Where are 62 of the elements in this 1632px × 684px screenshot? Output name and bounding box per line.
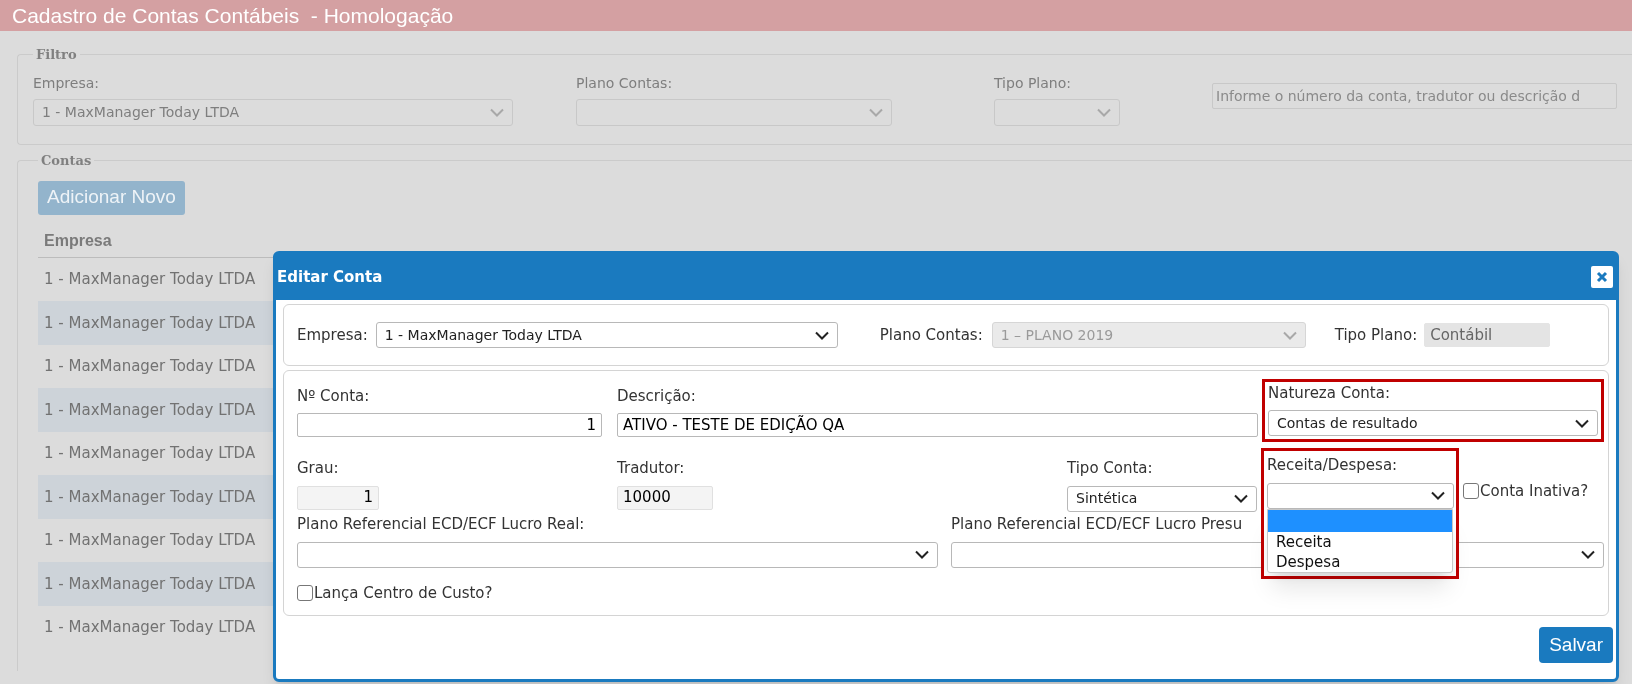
close-button[interactable]	[1591, 266, 1613, 288]
dropdown-option[interactable]	[1268, 509, 1452, 532]
select-field[interactable]	[576, 98, 892, 126]
chevron-icon	[1575, 418, 1589, 428]
select-field[interactable]	[1267, 482, 1454, 509]
input-field[interactable]: 1	[297, 485, 379, 510]
field-label: Natureza Conta:	[1268, 382, 1391, 404]
field-label: Empresa:	[297, 324, 368, 346]
select-field[interactable]: Sintética	[1067, 485, 1257, 512]
field-label: Tradutor:	[617, 458, 685, 479]
page-title: Cadastro de Contas Contábeis - Homologação	[0, 0, 1632, 31]
fieldset-legend: Filtro	[33, 45, 80, 65]
field-label: Nº Conta:	[297, 385, 370, 407]
save-button[interactable]: Salvar	[1539, 627, 1613, 663]
select-field[interactable]	[297, 541, 938, 568]
chevron-icon	[869, 107, 883, 117]
table-cell-text: 1 - MaxManager Today LTDA	[44, 573, 256, 595]
table-cell-text: 1 - MaxManager Today LTDA	[44, 486, 256, 508]
select-field[interactable]	[994, 98, 1120, 126]
chevron-icon	[1097, 107, 1111, 117]
chevron-icon	[490, 107, 504, 117]
checkbox[interactable]	[1463, 483, 1479, 500]
chevron-icon	[915, 550, 929, 559]
fieldset-legend: Contas	[38, 152, 95, 171]
field-label: Tipo Conta:	[1067, 458, 1153, 479]
chevron-icon	[1282, 330, 1297, 340]
chevron-icon	[1581, 550, 1595, 559]
chevron-icon	[1431, 491, 1445, 500]
dialog-title: Editar Conta	[277, 266, 383, 288]
field-label: Tipo Plano:	[1334, 324, 1418, 346]
table-cell-text: 1 - MaxManager Today LTDA	[44, 617, 256, 638]
field-label: Grau:	[297, 458, 339, 479]
select-field[interactable]: Contas de resultado	[1268, 410, 1598, 436]
field-label: Lança Centro de Custo?	[314, 582, 493, 604]
table-cell-text: 1 - MaxManager Today LTDA	[44, 356, 256, 377]
field-label: Plano Referencial ECD/ECF Lucro Real:	[297, 514, 585, 535]
field-label: Descrição:	[617, 385, 696, 407]
chevron-icon	[1234, 494, 1248, 503]
select-field[interactable]: 1 - MaxManager Today LTDA	[375, 322, 838, 348]
input-field[interactable]: 1	[297, 413, 602, 437]
field-label: Empresa:	[33, 73, 101, 93]
dropdown-option[interactable]: Despesa	[1268, 551, 1452, 572]
column-header: Empresa	[44, 230, 112, 251]
field-label: Receita/Despesa:	[1267, 455, 1399, 476]
field-label: Plano Contas:	[576, 73, 674, 93]
chevron-icon	[814, 330, 829, 340]
checkbox[interactable]	[297, 584, 313, 601]
field-label: Conta Inativa?	[1480, 481, 1589, 502]
close-icon	[1596, 271, 1608, 283]
dropdown-option[interactable]: Receita	[1268, 531, 1452, 552]
search-field[interactable]: Informe o número da conta, tradutor ou descrição d	[1212, 82, 1617, 109]
input-field[interactable]: ATIVO - TESTE DE EDIÇÃO QA	[617, 413, 1258, 437]
table-cell-text: 1 - MaxManager Today LTDA	[44, 399, 256, 421]
input-field[interactable]: Contábil	[1424, 323, 1551, 347]
input-field[interactable]: 10000	[617, 485, 713, 510]
table-cell-text: 1 - MaxManager Today LTDA	[44, 443, 256, 464]
table-cell-text: 1 - MaxManager Today LTDA	[44, 269, 256, 290]
field-label: Plano Referencial ECD/ECF Lucro Presu	[951, 514, 1243, 535]
field-label: Plano Contas:	[879, 324, 983, 346]
table-cell-text: 1 - MaxManager Today LTDA	[44, 312, 256, 334]
table-cell-text: 1 - MaxManager Today LTDA	[44, 530, 256, 551]
field-label: Tipo Plano:	[994, 73, 1072, 93]
